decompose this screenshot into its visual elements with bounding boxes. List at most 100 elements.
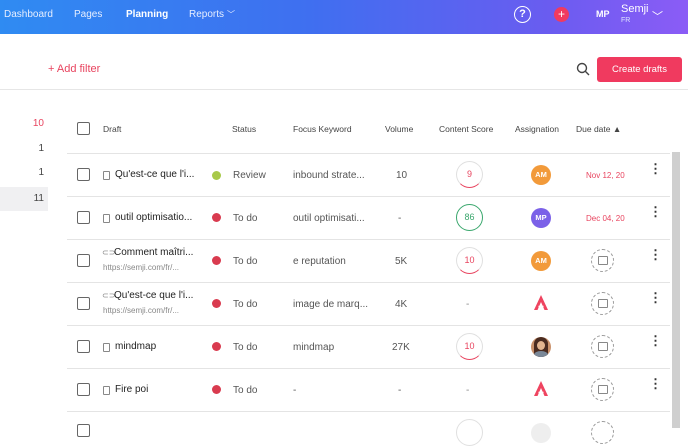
- status-label[interactable]: To do: [233, 256, 257, 267]
- row-checkbox[interactable]: [77, 254, 90, 267]
- user-photo-avatar[interactable]: [531, 337, 551, 357]
- divider: [0, 89, 688, 90]
- more-icon[interactable]: ⋮: [649, 162, 662, 175]
- status-label[interactable]: Review: [233, 170, 266, 181]
- status-label[interactable]: To do: [233, 213, 257, 224]
- volume: 10: [396, 170, 408, 181]
- due-date[interactable]: Nov 12, 20: [586, 171, 625, 180]
- nav-reports[interactable]: Reports ﹀: [189, 9, 235, 20]
- calendar-icon[interactable]: [591, 292, 614, 315]
- header-assignation[interactable]: Assignation: [515, 124, 559, 134]
- content-score: -: [466, 385, 470, 396]
- user-name[interactable]: Semji: [621, 3, 649, 15]
- focus-keyword[interactable]: inbound strate...: [293, 170, 365, 181]
- draft-title[interactable]: Fire poi: [115, 384, 148, 395]
- assignee-avatar[interactable]: AM: [531, 251, 551, 271]
- nav-planning[interactable]: Planning: [126, 9, 168, 20]
- document-icon: [103, 171, 110, 180]
- status-dot: [212, 256, 221, 265]
- divider: [67, 411, 670, 412]
- more-icon[interactable]: ⋮: [649, 291, 662, 304]
- more-icon[interactable]: ⋮: [649, 377, 662, 390]
- add-button[interactable]: +: [554, 7, 569, 22]
- status-dot: [212, 385, 221, 394]
- assignee-avatar[interactable]: MP: [531, 208, 551, 228]
- draft-title[interactable]: mindmap: [115, 341, 156, 352]
- content-score[interactable]: 86: [456, 204, 483, 231]
- draft-title[interactable]: Comment maîtri...: [114, 247, 193, 258]
- draft-title[interactable]: outil optimisatio...: [115, 212, 192, 223]
- counter[interactable]: 10: [0, 118, 48, 132]
- more-icon[interactable]: ⋮: [649, 334, 662, 347]
- calendar-icon[interactable]: [591, 421, 614, 444]
- more-icon[interactable]: ⋮: [649, 248, 662, 261]
- row-checkbox[interactable]: [77, 383, 90, 396]
- calendar-icon[interactable]: [591, 335, 614, 358]
- user-language: FR: [621, 17, 631, 24]
- nav-pages[interactable]: Pages: [74, 9, 102, 20]
- scrollbar[interactable]: [672, 152, 680, 428]
- draft-url[interactable]: https://semji.com/fr/...: [103, 306, 179, 315]
- content-score[interactable]: 9: [456, 161, 483, 188]
- assignee-avatar[interactable]: AM: [531, 165, 551, 185]
- focus-keyword[interactable]: mindmap: [293, 342, 334, 353]
- header-focus-keyword[interactable]: Focus Keyword: [293, 124, 352, 134]
- row-checkbox[interactable]: [77, 297, 90, 310]
- search-icon[interactable]: [576, 62, 590, 76]
- volume: -: [398, 213, 402, 224]
- top-navbar: Dashboard Pages Planning Reports ﹀ ? + MP…: [0, 0, 688, 34]
- semji-logo-icon[interactable]: [533, 294, 549, 311]
- counter[interactable]: 1: [0, 143, 48, 157]
- calendar-icon[interactable]: [591, 249, 614, 272]
- divider: [67, 368, 670, 369]
- due-date[interactable]: Dec 04, 20: [586, 214, 625, 223]
- row-checkbox[interactable]: [77, 340, 90, 353]
- volume: -: [398, 385, 402, 396]
- draft-title[interactable]: Qu'est-ce que l'i...: [115, 169, 194, 180]
- chevron-down-icon[interactable]: ﹀: [652, 8, 663, 24]
- select-all-checkbox[interactable]: [77, 122, 90, 135]
- document-icon: [103, 214, 110, 223]
- create-drafts-button[interactable]: Create drafts: [597, 57, 682, 82]
- nav-dashboard[interactable]: Dashboard: [4, 9, 53, 20]
- focus-keyword[interactable]: image de marq...: [293, 299, 368, 310]
- content-score[interactable]: 10: [456, 247, 483, 274]
- draft-title[interactable]: Qu'est-ce que l'i...: [114, 290, 193, 301]
- status-label[interactable]: To do: [233, 342, 257, 353]
- avatar[interactable]: MP: [596, 9, 610, 19]
- header-draft[interactable]: Draft: [103, 124, 121, 134]
- chevron-down-icon: ﹀: [227, 10, 236, 19]
- focus-keyword[interactable]: -: [293, 385, 296, 396]
- nav-reports-label: Reports: [189, 9, 225, 20]
- assignee-avatar[interactable]: [531, 423, 551, 443]
- status-dot: [212, 342, 221, 351]
- status-dot: [212, 213, 221, 222]
- calendar-icon[interactable]: [591, 378, 614, 401]
- document-icon: [103, 386, 110, 395]
- volume: 4K: [395, 299, 408, 310]
- help-icon[interactable]: ?: [514, 6, 531, 23]
- more-icon[interactable]: ⋮: [649, 205, 662, 218]
- status-label[interactable]: To do: [233, 299, 257, 310]
- header-status[interactable]: Status: [232, 124, 256, 134]
- status-label[interactable]: To do: [233, 385, 257, 396]
- row-checkbox[interactable]: [77, 168, 90, 181]
- content-score[interactable]: 10: [456, 333, 483, 360]
- row-checkbox[interactable]: [77, 424, 90, 437]
- focus-keyword[interactable]: e reputation: [293, 256, 346, 267]
- divider: [67, 325, 670, 326]
- semji-logo-icon[interactable]: [533, 380, 549, 397]
- content-score[interactable]: [456, 419, 483, 446]
- focus-keyword[interactable]: outil optimisati...: [293, 213, 365, 224]
- counter[interactable]: 11: [0, 187, 48, 211]
- header-volume[interactable]: Volume: [385, 124, 413, 134]
- draft-url[interactable]: https://semji.com/fr/...: [103, 263, 179, 272]
- document-icon: [103, 343, 110, 352]
- content-score: -: [466, 299, 470, 310]
- header-content-score[interactable]: Content Score: [439, 124, 493, 134]
- header-due-date[interactable]: Due date ▲: [576, 124, 621, 134]
- divider: [67, 196, 670, 197]
- row-checkbox[interactable]: [77, 211, 90, 224]
- add-filter-button[interactable]: + Add filter: [48, 63, 100, 75]
- counter[interactable]: 1: [0, 167, 48, 181]
